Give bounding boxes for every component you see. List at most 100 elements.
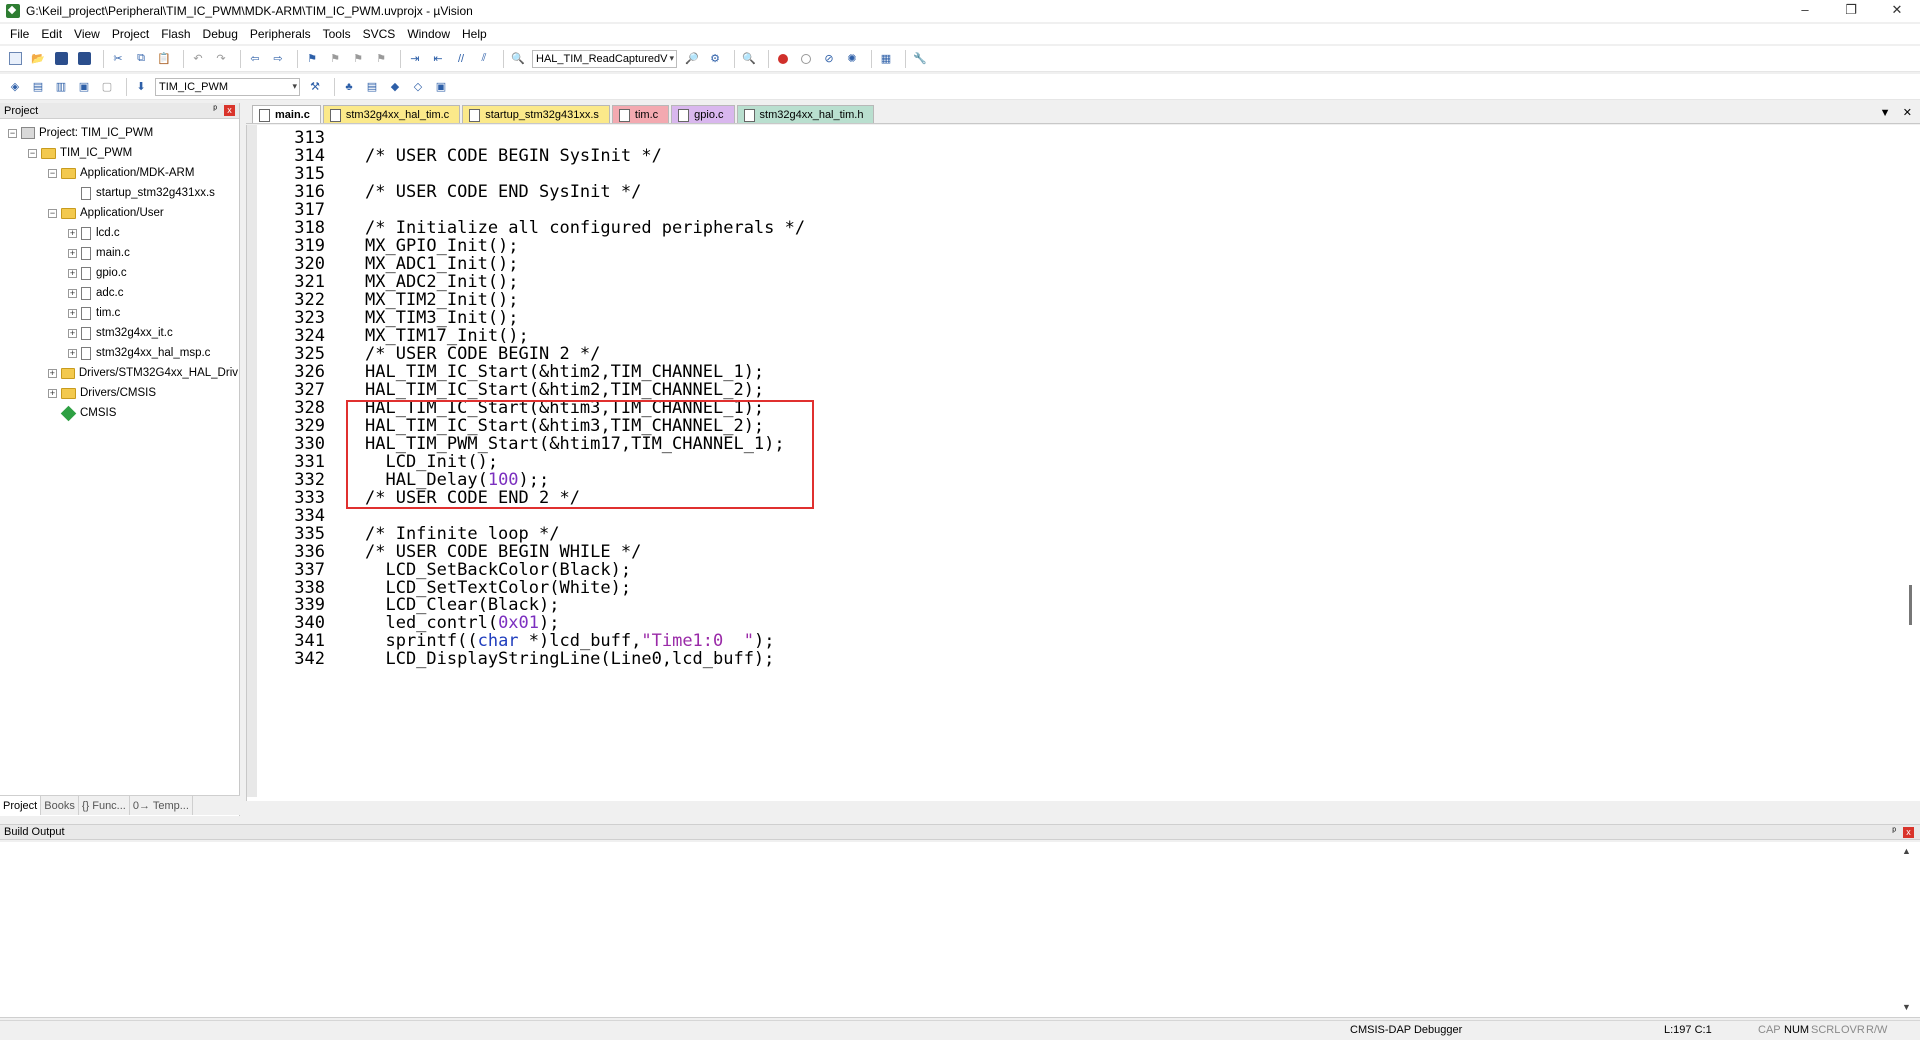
bookmark-clear-icon[interactable]: ⚑ (372, 50, 390, 68)
close-button[interactable]: ✕ (1874, 0, 1920, 22)
run-time-environment-icon[interactable]: ◇ (409, 78, 427, 96)
wrench-icon[interactable]: 🔧 (911, 50, 929, 68)
bookmark-next-icon[interactable]: ⚑ (349, 50, 367, 68)
bookmark-toggle-icon[interactable]: ⚑ (303, 50, 321, 68)
collapse-icon[interactable]: − (28, 148, 37, 158)
redo-icon[interactable]: ↷ (212, 50, 230, 68)
tree-item[interactable]: − Application/User (0, 203, 238, 223)
close-tab-icon[interactable]: ✕ (1903, 107, 1912, 119)
undo-icon[interactable]: ↶ (189, 50, 207, 68)
collapse-icon[interactable]: − (48, 168, 57, 178)
debug-session-icon[interactable]: 🔍 (740, 50, 758, 68)
insert-breakpoint-icon[interactable] (774, 50, 792, 68)
target-options-icon[interactable]: ⚒ (306, 78, 324, 96)
collapse-icon[interactable]: − (8, 128, 17, 138)
menu-help[interactable]: Help (456, 27, 493, 41)
menu-file[interactable]: File (4, 27, 35, 41)
chevron-down-icon[interactable]: ▾ (669, 53, 674, 64)
tab-tim-c[interactable]: tim.c (611, 105, 670, 123)
build-output-scrollbar[interactable]: ▲ ▼ (1902, 846, 1912, 1012)
code-editor[interactable]: 313 314/* USER CODE BEGIN SysInit */315 31… (246, 125, 1920, 801)
comment-icon[interactable]: // (452, 50, 470, 68)
tab-project[interactable]: Project (0, 796, 42, 815)
download-icon[interactable]: ⬇ (132, 78, 150, 96)
tab-books[interactable]: Books (41, 796, 79, 815)
incremental-find-icon[interactable]: 🔎 (683, 50, 701, 68)
target-select[interactable]: TIM_IC_PWM ▾ (155, 77, 300, 96)
collapse-icon[interactable]: − (48, 208, 57, 218)
unindent-icon[interactable]: ⇤ (429, 50, 447, 68)
expand-icon[interactable]: + (68, 228, 77, 238)
manage-project-items-icon[interactable]: ♣ (340, 78, 358, 96)
rebuild-icon[interactable]: ▥ (52, 78, 70, 96)
close-icon[interactable]: x (1903, 827, 1914, 838)
tab-stm32g4xx-hal-tim-c[interactable]: stm32g4xx_hal_tim.c (322, 105, 461, 123)
translate-icon[interactable]: ◈ (6, 78, 24, 96)
tree-item[interactable]: − TIM_IC_PWM (0, 143, 238, 163)
configure-icon[interactable]: ⚙ (706, 50, 724, 68)
save-icon[interactable] (52, 50, 70, 68)
menu-view[interactable]: View (68, 27, 106, 41)
stop-build-icon[interactable]: ▢ (98, 78, 116, 96)
scroll-down-icon[interactable]: ▼ (1902, 1002, 1911, 1012)
copy-icon[interactable]: ⧉ (132, 50, 150, 68)
expand-icon[interactable]: + (48, 368, 57, 378)
navigate-back-icon[interactable]: ⇦ (246, 50, 264, 68)
find-combo[interactable]: HAL_TIM_ReadCapturedV ▾ (532, 49, 677, 68)
open-folder-icon[interactable]: 📂 (29, 50, 47, 68)
tree-item[interactable]: CMSIS (0, 403, 238, 423)
tree-item[interactable]: + Drivers/CMSIS (0, 383, 238, 403)
vertical-scrollbar-thumb[interactable] (1909, 585, 1912, 625)
menu-project[interactable]: Project (106, 27, 155, 41)
window-layout-icon[interactable]: ▦ (877, 50, 895, 68)
minimize-button[interactable]: – (1782, 0, 1828, 22)
tree-item[interactable]: − Application/MDK-ARM (0, 163, 238, 183)
scroll-up-icon[interactable]: ▲ (1902, 846, 1911, 856)
file-extensions-icon[interactable]: ▤ (363, 78, 381, 96)
code-line[interactable]: 342 LCD_DisplayStringLine(Line0,lcd_buff… (247, 648, 1907, 670)
chevron-down-icon[interactable]: ▾ (292, 81, 297, 92)
disable-breakpoints-icon[interactable]: ⊘ (820, 50, 838, 68)
tab-templates[interactable]: 0→ Temp... (130, 796, 193, 815)
expand-icon[interactable]: + (68, 248, 77, 258)
tree-item[interactable]: + stm32g4xx_hal_msp.c (0, 343, 238, 363)
tree-item[interactable]: startup_stm32g431xx.s (0, 183, 238, 203)
kill-breakpoints-icon[interactable]: ✺ (843, 50, 861, 68)
find-in-files-icon[interactable]: 🔍 (509, 50, 527, 68)
pin-icon[interactable]: ᵖ (1892, 826, 1896, 837)
maximize-button[interactable]: ❐ (1828, 0, 1874, 22)
menu-svcs[interactable]: SVCS (357, 27, 402, 41)
build-output-pane[interactable]: ▲ ▼ (0, 842, 1920, 1018)
batch-build-icon[interactable]: ▣ (75, 78, 93, 96)
expand-icon[interactable]: + (68, 328, 77, 338)
indent-icon[interactable]: ⇥ (406, 50, 424, 68)
save-all-icon[interactable] (75, 50, 93, 68)
tab-startup-stm32g431xx-s[interactable]: startup_stm32g431xx.s (462, 105, 610, 123)
tab-functions[interactable]: {} Func... (79, 796, 130, 815)
bookmark-prev-icon[interactable]: ⚑ (326, 50, 344, 68)
menu-window[interactable]: Window (401, 27, 456, 41)
expand-icon[interactable]: + (68, 268, 77, 278)
expand-icon[interactable]: + (68, 288, 77, 298)
expand-icon[interactable]: + (48, 388, 57, 398)
close-icon[interactable]: x (224, 105, 235, 116)
menu-flash[interactable]: Flash (155, 27, 196, 41)
uncomment-icon[interactable]: ⫽ (475, 50, 493, 68)
tab-stm32g4xx-hal-tim-h[interactable]: stm32g4xx_hal_tim.h (736, 105, 875, 123)
navigate-forward-icon[interactable]: ⇨ (269, 50, 287, 68)
build-icon[interactable]: ▤ (29, 78, 47, 96)
tree-item[interactable]: + adc.c (0, 283, 238, 303)
expand-icon[interactable]: + (68, 308, 77, 318)
tree-item[interactable]: + main.c (0, 243, 238, 263)
expand-icon[interactable]: + (68, 348, 77, 358)
paste-icon[interactable]: 📋 (155, 50, 173, 68)
menu-debug[interactable]: Debug (197, 27, 244, 41)
tab-gpio-c[interactable]: gpio.c (671, 105, 735, 123)
green-diamond-icon[interactable]: ◆ (386, 78, 404, 96)
tree-item[interactable]: + tim.c (0, 303, 238, 323)
tab-main-c[interactable]: main.c (252, 105, 321, 123)
new-file-icon[interactable] (6, 50, 24, 68)
tree-item[interactable]: − Project: TIM_IC_PWM (0, 123, 238, 143)
tree-item[interactable]: + lcd.c (0, 223, 238, 243)
pack-installer-icon[interactable]: ▣ (432, 78, 450, 96)
